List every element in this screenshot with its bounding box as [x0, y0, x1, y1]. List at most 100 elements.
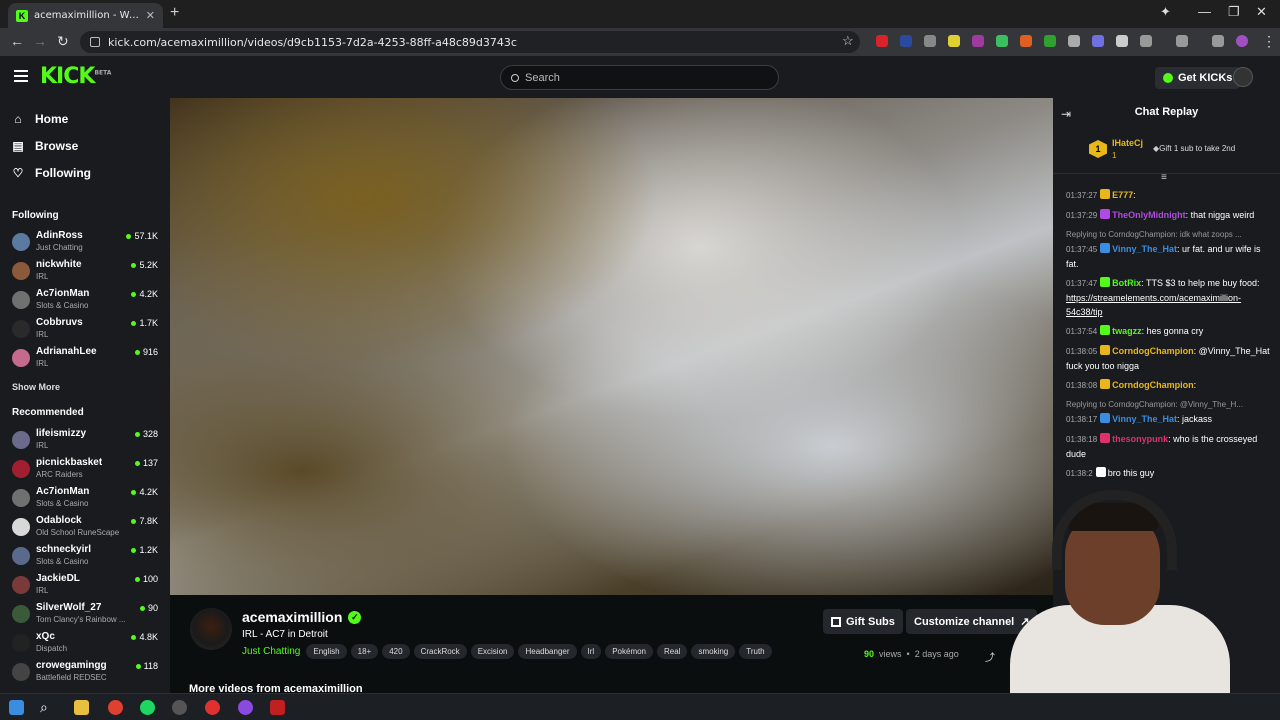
sidebar-channel-item[interactable]: nickwhite IRL 5.2K — [12, 259, 162, 285]
sidebar-channel-item[interactable]: lifeismizzy IRL 328 — [12, 428, 162, 454]
gift-subs-button[interactable]: Gift Subs — [823, 609, 903, 634]
extension-icon[interactable] — [924, 35, 936, 47]
gemini-icon[interactable]: ✦ — [1160, 4, 1171, 20]
cast-icon[interactable] — [1176, 35, 1188, 47]
video-tag[interactable]: Real — [657, 644, 688, 659]
video-tag[interactable]: CrackRock — [413, 644, 467, 659]
sidebar-channel-item[interactable]: Ac7ionMan Slots & Casino 4.2K — [12, 288, 162, 314]
get-kicks-button[interactable]: Get KICKs — [1155, 67, 1241, 89]
extension-icon[interactable] — [876, 35, 888, 47]
chat-username[interactable]: TheOnlyMidnight — [1112, 210, 1186, 220]
channel-name[interactable]: acemaximillion ✓ — [242, 609, 362, 625]
address-bar[interactable]: kick.com/acemaximillion/videos/d9cb1153-… — [80, 31, 860, 53]
new-tab-button[interactable]: + — [170, 4, 179, 22]
chat-username[interactable]: E777 — [1112, 190, 1133, 200]
video-tag[interactable]: English — [306, 644, 347, 659]
video-tag[interactable]: Irl — [580, 644, 602, 659]
sidebar-channel-item[interactable]: xQc Dispatch 4.8K — [12, 631, 162, 657]
kick-logo[interactable]: KICKBETA — [40, 64, 111, 89]
chat-filter-icon[interactable]: ≡ — [1161, 172, 1167, 183]
video-tag[interactable]: Pokémon — [605, 644, 653, 659]
chat-username[interactable]: Vinny_The_Hat — [1112, 244, 1177, 254]
reload-icon[interactable]: ↻ — [57, 33, 69, 50]
video-player[interactable] — [170, 98, 1053, 595]
chrome-icon[interactable] — [108, 700, 123, 715]
reading-list-icon[interactable] — [1212, 35, 1224, 47]
sidebar-channel-item[interactable]: crowegamingg Battlefield REDSEC 118 — [12, 660, 162, 686]
sidebar: ⌂ Home ▤ Browse ♡ Following Following Ad… — [0, 98, 170, 693]
bookmark-star-icon[interactable]: ☆ — [842, 33, 854, 49]
twitch-icon[interactable] — [238, 700, 253, 715]
sidebar-channel-item[interactable]: AdrianahLee IRL 916 — [12, 346, 162, 372]
sidebar-channel-category: Tom Clancy's Rainbow ... — [36, 615, 126, 624]
leaderboard-prompt[interactable]: Gift 1 sub to take 2nd — [1153, 144, 1235, 153]
maximize-icon[interactable]: ❐ — [1228, 4, 1240, 20]
chat-username[interactable]: CorndogChampion — [1112, 346, 1194, 356]
sidebar-viewer-count: 4.2K — [131, 289, 158, 299]
view-count: 90 — [864, 649, 875, 659]
video-tag[interactable]: 420 — [382, 644, 410, 659]
chat-username[interactable]: twagzz — [1112, 326, 1142, 336]
video-tag[interactable]: smoking — [691, 644, 736, 659]
sidebar-channel-item[interactable]: picnickbasket ARC Raiders 137 — [12, 457, 162, 483]
chat-username[interactable]: CorndogChampion — [1112, 380, 1194, 390]
search-input[interactable]: Search — [500, 65, 779, 90]
back-icon[interactable]: ← — [10, 33, 24, 49]
chat-username[interactable]: BotRix — [1112, 278, 1141, 288]
extension-icon[interactable] — [996, 35, 1008, 47]
video-tag[interactable]: Headbanger — [518, 644, 577, 659]
show-more-link[interactable]: Show More — [12, 382, 60, 392]
recording-app-icon[interactable] — [270, 700, 285, 715]
menu-icon[interactable] — [14, 70, 28, 82]
sidebar-channel-item[interactable]: Ac7ionMan Slots & Casino 4.2K — [12, 486, 162, 512]
windows-start-icon[interactable] — [9, 700, 24, 715]
category-link[interactable]: Just Chatting — [242, 646, 300, 657]
sidebar-channel-item[interactable]: AdinRoss Just Chatting 57.1K — [12, 230, 162, 256]
file-explorer-icon[interactable] — [74, 700, 89, 715]
extensions-puzzle-icon[interactable] — [1140, 35, 1152, 47]
spotify-icon[interactable] — [140, 700, 155, 715]
nav-home[interactable]: ⌂ Home — [12, 112, 68, 126]
chat-text: hes gonna cry — [1146, 326, 1204, 336]
nav-browse[interactable]: ▤ Browse — [12, 139, 78, 153]
extension-icon[interactable] — [948, 35, 960, 47]
sidebar-channel-item[interactable]: Cobbruvs IRL 1.7K — [12, 317, 162, 343]
search-icon[interactable]: ⌕ — [40, 700, 55, 715]
chat-reply-context[interactable]: Replying to CorndogChampion: idk what zo… — [1066, 228, 1271, 242]
sidebar-channel-item[interactable]: SilverWolf_27 Tom Clancy's Rainbow ... 90 — [12, 602, 162, 628]
browser-menu-icon[interactable]: ⋮ — [1262, 33, 1276, 50]
chat-username[interactable]: Vinny_The_Hat — [1112, 414, 1177, 424]
extension-icon[interactable] — [1068, 35, 1080, 47]
forward-icon[interactable]: → — [33, 33, 47, 49]
close-window-icon[interactable]: ✕ — [1256, 4, 1267, 20]
user-avatar[interactable] — [1233, 67, 1253, 87]
minimize-icon[interactable]: — — [1198, 4, 1211, 19]
chat-reply-context[interactable]: Replying to CorndogChampion: @Vinny_The_… — [1066, 398, 1271, 412]
channel-avatar-icon — [12, 233, 30, 251]
profile-icon[interactable] — [1236, 35, 1248, 47]
sidebar-channel-item[interactable]: JackieDL IRL 100 — [12, 573, 162, 599]
site-info-icon[interactable] — [90, 37, 100, 47]
video-tag[interactable]: Excision — [470, 644, 515, 659]
sidebar-channel-item[interactable]: Odablock Old School RuneScape 7.8K — [12, 515, 162, 541]
extension-icon[interactable] — [1092, 35, 1104, 47]
sidebar-channel-name: SilverWolf_27 — [36, 602, 102, 613]
channel-avatar[interactable] — [190, 608, 232, 650]
chat-link[interactable]: https://streamelements.com/acemaximillio… — [1066, 293, 1241, 317]
browser-tab[interactable]: K acemaximillion - Watch the ✕ — [8, 3, 163, 28]
close-tab-icon[interactable]: ✕ — [146, 9, 155, 22]
chat-username[interactable]: thesonypunk — [1112, 434, 1168, 444]
pokeball-icon[interactable] — [205, 700, 220, 715]
leaderboard-user[interactable]: IHateCj — [1112, 138, 1143, 148]
chat-badge-icon — [1100, 345, 1111, 355]
obs-icon[interactable] — [172, 700, 187, 715]
extension-icon[interactable] — [900, 35, 912, 47]
extension-icon[interactable] — [1020, 35, 1032, 47]
video-tag[interactable]: Truth — [739, 644, 772, 659]
video-tag[interactable]: 18+ — [350, 644, 379, 659]
extension-icon[interactable] — [1116, 35, 1128, 47]
extension-icon[interactable] — [972, 35, 984, 47]
extension-icon[interactable] — [1044, 35, 1056, 47]
sidebar-channel-item[interactable]: schneckyirl Slots & Casino 1.2K — [12, 544, 162, 570]
nav-following[interactable]: ♡ Following — [12, 166, 91, 180]
